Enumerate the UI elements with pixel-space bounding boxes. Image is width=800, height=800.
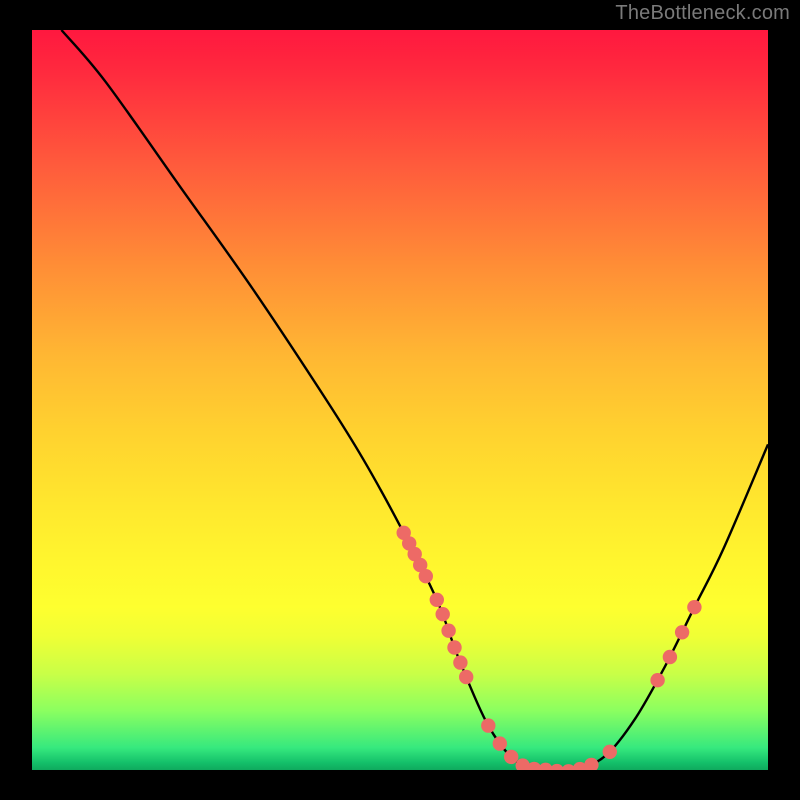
data-dot xyxy=(687,600,701,614)
data-dot xyxy=(650,673,664,687)
bottleneck-curve xyxy=(61,30,768,770)
data-dot xyxy=(447,640,461,654)
data-dot xyxy=(675,625,689,639)
data-dot xyxy=(436,607,450,621)
chart-svg xyxy=(32,30,768,770)
data-dot xyxy=(603,745,617,759)
data-dot xyxy=(459,670,473,684)
data-dot xyxy=(419,569,433,583)
data-dot xyxy=(481,718,495,732)
attribution-label: TheBottleneck.com xyxy=(615,2,790,25)
data-dot xyxy=(441,624,455,638)
data-dot xyxy=(493,736,507,750)
chart-container: TheBottleneck.com xyxy=(0,0,800,800)
data-dot xyxy=(584,758,598,770)
data-dot xyxy=(453,655,467,669)
data-dot xyxy=(430,593,444,607)
data-dot xyxy=(663,650,677,664)
plot-area xyxy=(32,30,768,770)
data-dot xyxy=(504,750,518,764)
data-dots xyxy=(397,526,702,770)
